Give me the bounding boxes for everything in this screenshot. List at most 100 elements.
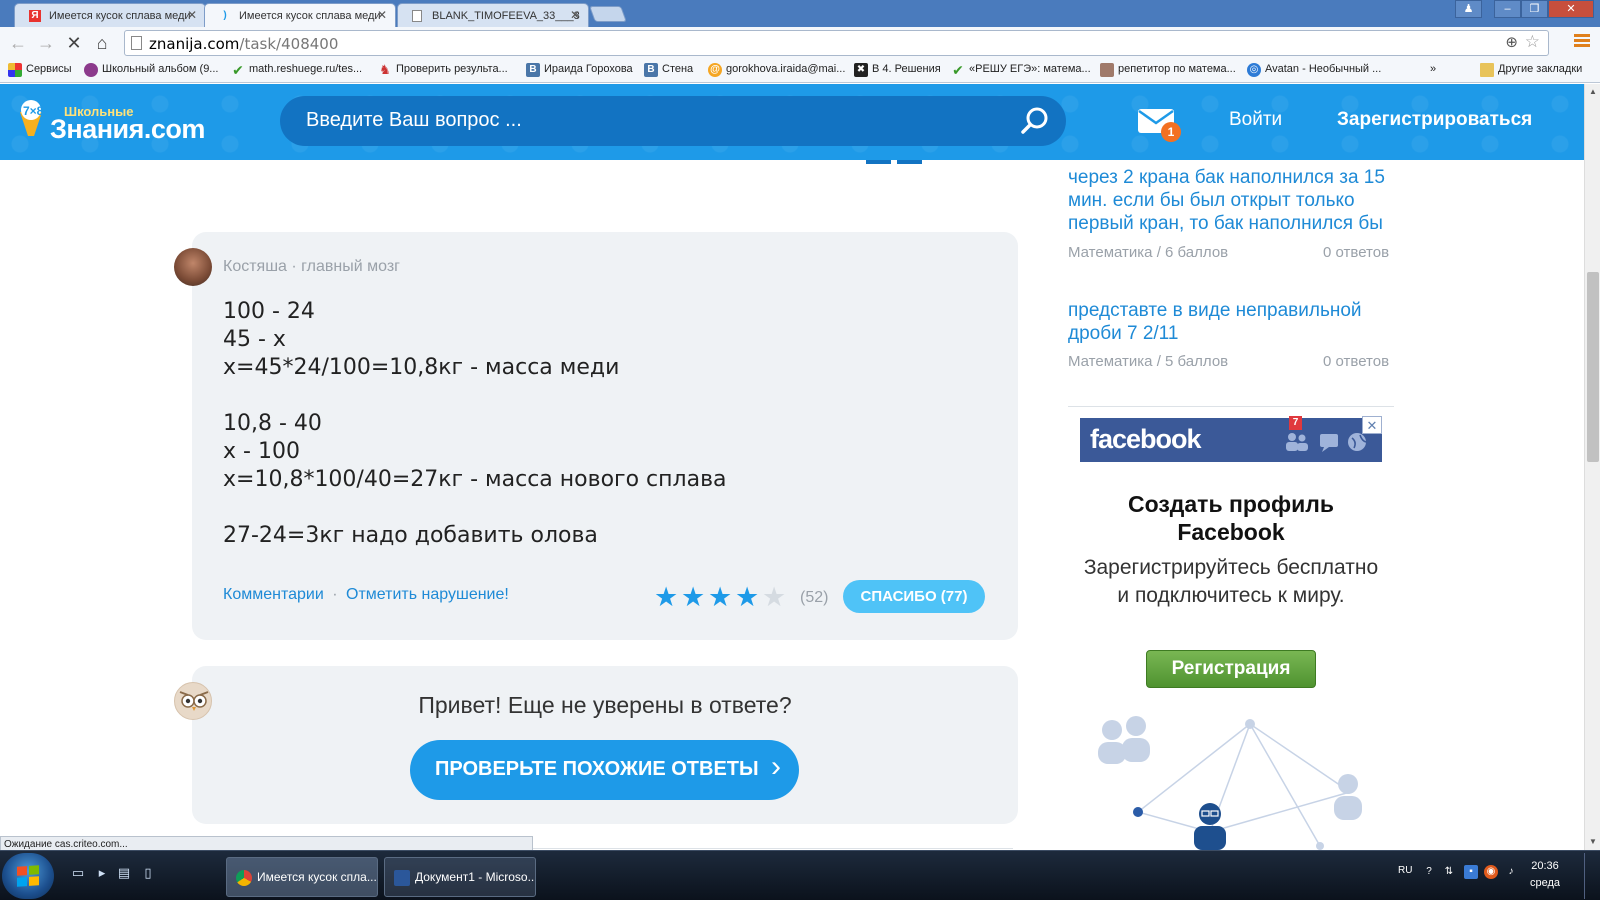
user-profile-icon[interactable]: ♟ [1455, 0, 1482, 18]
bookmark-item[interactable]: B Стена [644, 63, 693, 77]
question-meta: Математика / 5 баллов [1068, 353, 1228, 370]
comments-link[interactable]: Комментарии [223, 586, 324, 603]
login-link[interactable]: Войти [1229, 109, 1282, 131]
help-icon[interactable]: ? [1422, 865, 1436, 879]
thanks-button[interactable]: СПАСИБО (77) [843, 580, 985, 613]
volume-icon[interactable]: ♪ [1504, 865, 1518, 879]
star-empty-icon[interactable]: ★ [762, 584, 789, 611]
zoom-icon[interactable]: ⊕ [1505, 33, 1518, 51]
related-question-link[interactable]: представте в виде неправильной дроби 7 2… [1068, 299, 1398, 345]
tab-close-icon[interactable]: ✕ [570, 8, 580, 22]
bookmark-item[interactable]: ✖ В 4. Решения [854, 63, 941, 77]
answer-body: 100 - 24 45 - х х=45*24/100=10,8кг - мас… [223, 298, 727, 550]
tab-close-icon[interactable]: ✕ [377, 8, 387, 22]
bookmarks-overflow-chevron[interactable]: » [1430, 63, 1436, 75]
language-indicator[interactable]: RU [1398, 865, 1412, 876]
question-search-input[interactable]: Введите Ваш вопрос ... [280, 96, 1066, 146]
bookmark-item[interactable]: @ gorokhova.iraida@mai... [708, 63, 845, 77]
logo-lightbulb-icon: 7×8 [20, 100, 44, 136]
document-favicon-icon [412, 10, 422, 22]
star-filled-icon[interactable]: ★ [654, 584, 681, 611]
antivirus-icon[interactable]: ◉ [1484, 865, 1498, 879]
bookmark-star-icon[interactable]: ☆ [1525, 32, 1540, 52]
scrollbar-thumb[interactable] [1587, 272, 1599, 462]
document-quicklaunch-icon[interactable]: ▯ [140, 865, 156, 881]
question-subject[interactable]: Математика [1068, 244, 1153, 261]
question-points: 5 баллов [1165, 353, 1229, 370]
system-clock[interactable]: 20:36 среда [1530, 858, 1560, 892]
bookmark-other-folder[interactable]: Другие закладки [1480, 63, 1582, 77]
page-icon [131, 36, 142, 50]
window-controls: ♟ – ❐ ✕ [1455, 0, 1594, 18]
search-icon[interactable] [1020, 106, 1050, 136]
maximize-button[interactable]: ❐ [1521, 0, 1548, 18]
task-label: Документ1 - Microso... [415, 870, 536, 884]
site-header: 7×8 Школьные Знания.com Введите Ваш вопр… [0, 84, 1584, 160]
browser-tab[interactable]: Я Имеется кусок сплава меди ✕ [14, 3, 206, 27]
link-separator: · [332, 586, 338, 603]
author-avatar[interactable] [174, 248, 212, 286]
button-label: ПРОВЕРЬТЕ ПОХОЖИЕ ОТВЕТЫ [435, 758, 759, 780]
messages-button[interactable]: 1 [1137, 108, 1181, 142]
back-arrow-icon[interactable]: ← [6, 31, 30, 55]
bookmark-item[interactable]: B Ираида Горохова [526, 63, 633, 77]
report-violation-link[interactable]: Отметить нарушение! [346, 586, 509, 603]
home-icon[interactable]: ⌂ [90, 31, 114, 55]
explorer-quicklaunch-icon[interactable]: ▸ [94, 865, 110, 881]
network-icon[interactable]: ▪ [1464, 865, 1478, 879]
related-question-link[interactable]: через 2 крана бак наполнился за 15 мин. … [1068, 166, 1398, 235]
bookmark-item[interactable]: репетитор по матема... [1100, 63, 1236, 77]
address-bar[interactable]: znanija.com/task/408400 ⊕ ☆ [124, 30, 1549, 56]
answer-author[interactable]: Костяша · главный мозг [223, 258, 400, 276]
bookmark-item[interactable]: Школьный альбом (9... [84, 63, 218, 77]
show-desktop-button[interactable] [1584, 853, 1598, 899]
tray-arrows-icon[interactable]: ⇅ [1442, 865, 1456, 879]
new-tab-button[interactable] [589, 6, 627, 22]
stop-loading-icon[interactable]: ✕ [62, 31, 86, 55]
hint-title: Привет! Еще не уверены в ответе? [418, 692, 792, 718]
vk-icon: B [526, 63, 540, 77]
forward-arrow-icon[interactable]: → [34, 31, 58, 55]
bookmark-item[interactable]: ♞ Проверить результа... [378, 63, 508, 77]
url-text: znanija.com/task/408400 [149, 35, 339, 53]
ad-register-button[interactable]: Регистрация [1146, 650, 1316, 688]
browser-toolbar: ← → ✕ ⌂ znanija.com/task/408400 ⊕ ☆ [0, 27, 1600, 59]
rating-stars[interactable]: ★ ★ ★ ★ ★ [654, 584, 789, 611]
start-button[interactable] [2, 853, 54, 899]
page-scrollbar[interactable]: ▲ ▼ [1584, 84, 1600, 850]
browser-tab[interactable]: BLANK_TIMOFEEVA_33___3 ✕ [397, 3, 589, 27]
tab-close-icon[interactable]: ✕ [187, 8, 197, 22]
facebook-ad-banner[interactable]: facebook 7 ✕ [1080, 416, 1382, 462]
task-label: Имеется кусок спла... [257, 870, 377, 884]
star-filled-icon[interactable]: ★ [681, 584, 708, 611]
answer-line: 10,8 - 40 [223, 411, 322, 436]
notification-badge: 1 [1161, 122, 1181, 142]
windows-logo-icon [17, 865, 39, 887]
check-similar-answers-button[interactable]: ПРОВЕРЬТЕ ПОХОЖИЕ ОТВЕТЫ › [410, 740, 799, 800]
chrome-menu-icon[interactable] [1574, 34, 1590, 49]
bookmark-apps[interactable]: Сервисы [8, 63, 72, 77]
bookmark-item[interactable]: ✔ math.reshuege.ru/tes... [231, 63, 362, 77]
question-subject[interactable]: Математика [1068, 353, 1153, 370]
taskbar-word-window[interactable]: Документ1 - Microso... [384, 857, 536, 897]
close-window-button[interactable]: ✕ [1548, 0, 1594, 18]
logo-title: Знания.com [50, 114, 205, 144]
star-filled-icon[interactable]: ★ [735, 584, 762, 611]
scroll-down-arrow-icon[interactable]: ▼ [1585, 834, 1600, 850]
show-desktop-quicklaunch-icon[interactable]: ▭ [70, 865, 86, 881]
star-filled-icon[interactable]: ★ [708, 584, 735, 611]
mail-at-icon: @ [708, 63, 722, 77]
browser-tab-active[interactable]: ) Имеется кусок сплава меди ✕ [204, 3, 396, 28]
ad-close-icon[interactable]: ✕ [1362, 416, 1382, 434]
register-link[interactable]: Зарегистрироваться [1337, 109, 1532, 131]
answer-line: 27-24=3кг надо добавить олова [223, 523, 598, 548]
site-logo[interactable]: 7×8 Школьные Знания.com [14, 98, 205, 148]
meta-separator: / [1156, 244, 1161, 261]
scroll-up-arrow-icon[interactable]: ▲ [1585, 84, 1600, 100]
bookmark-item[interactable]: ✔ «РЕШУ ЕГЭ»: матема... [951, 63, 1091, 77]
taskbar-chrome-window[interactable]: Имеется кусок спла... [226, 857, 378, 897]
clock-time: 20:36 [1531, 860, 1559, 872]
minimize-button[interactable]: – [1494, 0, 1521, 18]
bookmark-item[interactable]: ◎ Avatan - Необычный ... [1247, 63, 1381, 77]
monitor-quicklaunch-icon[interactable]: ▤ [116, 865, 132, 881]
